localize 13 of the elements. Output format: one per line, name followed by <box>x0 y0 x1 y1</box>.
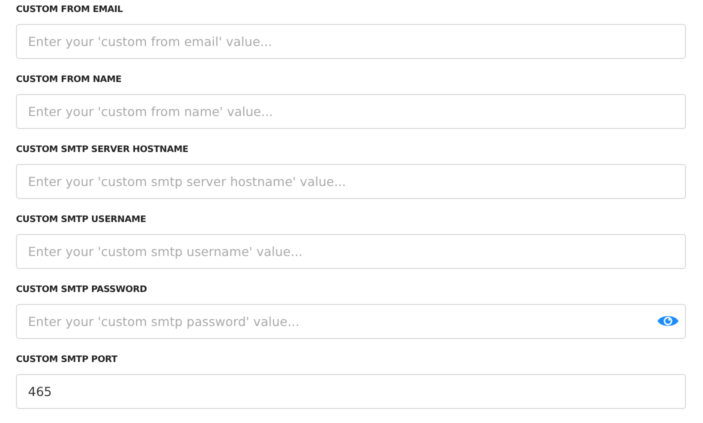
field-label: CUSTOM SMTP USERNAME <box>16 214 146 227</box>
field-label: CUSTOM SMTP PASSWORD <box>16 284 147 297</box>
input-field[interactable]: Enter your 'custom smtp server hostname' value... <box>16 164 686 199</box>
field-label: CUSTOM FROM NAME <box>16 74 122 87</box>
field-label: CUSTOM SMTP PORT <box>16 354 118 367</box>
input-field[interactable]: Enter your 'custom from email' value... <box>16 24 686 59</box>
field-label: CUSTOM FROM EMAIL <box>16 4 123 17</box>
input-field[interactable]: 465 <box>16 374 686 409</box>
field-label: CUSTOM SMTP SERVER HOSTNAME <box>16 144 188 157</box>
input-field[interactable]: Enter your 'custom smtp username' value... <box>16 234 686 269</box>
input-field[interactable]: Enter your 'custom from name' value... <box>16 94 686 129</box>
input-field[interactable]: Enter your 'custom smtp password' value... <box>16 304 686 339</box>
eye-icon[interactable] <box>657 314 679 328</box>
